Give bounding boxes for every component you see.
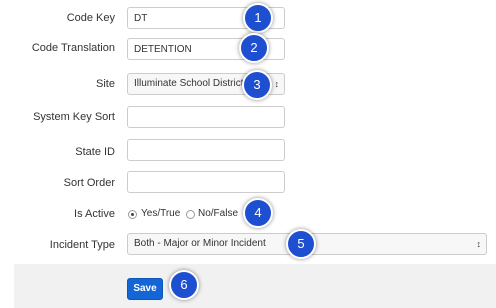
system-key-sort-input[interactable]: [127, 106, 285, 128]
state-id-label: State ID: [75, 146, 115, 158]
incident-type-select-value: Both - Major or Minor Incident: [134, 238, 266, 249]
code-translation-label: Code Translation: [31, 42, 115, 54]
save-button[interactable]: Save: [127, 278, 163, 300]
form-footer: [14, 264, 496, 308]
site-select-value: Illuminate School District: [134, 78, 244, 89]
updown-arrow-icon: ↕: [476, 239, 482, 249]
incident-type-label: Incident Type: [49, 239, 115, 251]
is-active-no-label: No/False: [198, 208, 239, 219]
is-active-no-radio[interactable]: [186, 210, 195, 219]
callout-badge-4: 4: [243, 198, 273, 228]
sort-order-input[interactable]: [127, 171, 285, 193]
code-key-label: Code Key: [66, 12, 115, 24]
callout-badge-6: 6: [169, 270, 199, 300]
sort-order-label: Sort Order: [63, 177, 115, 189]
state-id-input[interactable]: [127, 139, 285, 161]
callout-badge-3: 3: [242, 70, 272, 100]
callout-badge-1: 1: [243, 3, 273, 33]
callout-badge-5: 5: [286, 229, 316, 259]
is-active-yes-label: Yes/True: [141, 208, 181, 219]
is-active-yes-radio[interactable]: [128, 210, 137, 219]
callout-badge-2: 2: [239, 33, 269, 63]
is-active-label: Is Active: [74, 208, 115, 220]
system-key-sort-label: System Key Sort: [33, 111, 115, 123]
site-label: Site: [96, 78, 115, 90]
updown-arrow-icon: ↕: [274, 79, 280, 89]
